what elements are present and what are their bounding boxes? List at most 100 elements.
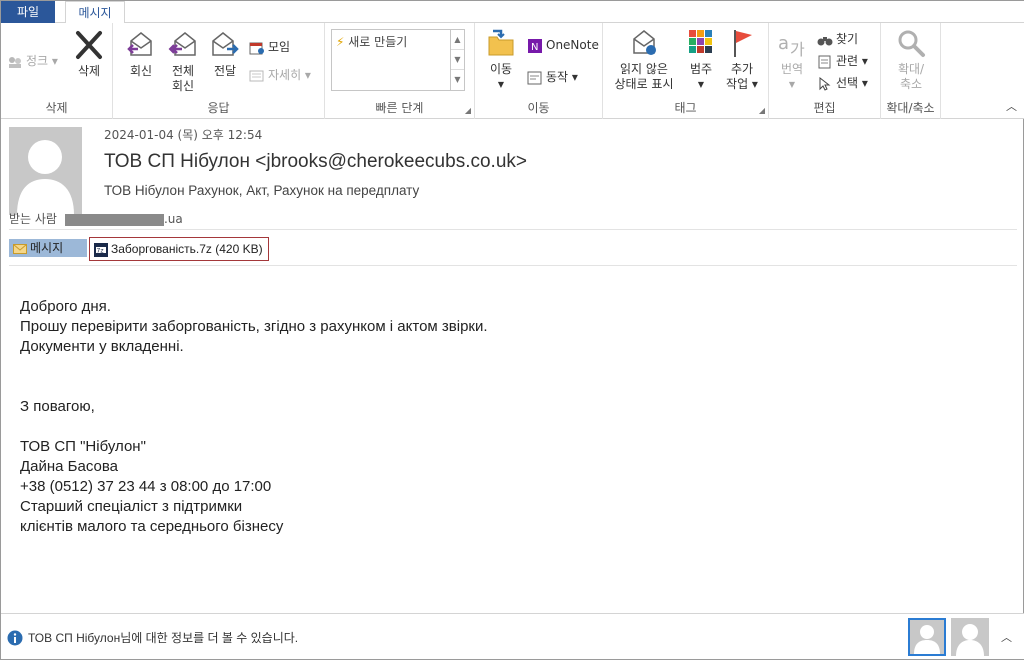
onenote-button[interactable]: N OneNote	[527, 35, 599, 55]
people-pane-toggle-icon[interactable]: ︿	[1001, 629, 1012, 645]
actions-button[interactable]: 동작 ▾	[527, 67, 578, 87]
group-label-zoom: 확대/축소	[886, 101, 935, 115]
body-line: +38 (0512) 37 23 44 з 08:00 до 17:00	[20, 478, 272, 495]
body-line: Старший спеціаліст з підтримки	[20, 498, 243, 515]
move-folder-icon	[488, 29, 514, 56]
ribbon-group-delete: 정크 ▾ 삭제 삭제	[1, 23, 113, 119]
person-silhouette-icon	[956, 624, 984, 656]
person-silhouette-icon	[914, 625, 940, 654]
recipient-row: 받는 사람 .ua	[9, 210, 183, 227]
redacted-recipient	[64, 213, 164, 226]
message-body: Доброго дня. Прошу перевірити заборгован…	[20, 297, 488, 537]
categorize-label: 범주	[689, 62, 713, 76]
tab-message[interactable]: 메시지	[65, 1, 125, 24]
body-line: Прошу перевірити заборгованість, згідно …	[20, 318, 488, 335]
find-button[interactable]: 찾기	[817, 29, 858, 49]
quick-step-new-label: 새로 만들기	[348, 35, 408, 49]
select-button[interactable]: 선택 ▾	[817, 73, 868, 93]
attachment-divider	[9, 265, 1017, 266]
info-icon	[7, 630, 23, 646]
body-line: З повагою,	[20, 398, 95, 415]
move-button[interactable]: 이동 ▼	[481, 27, 521, 92]
body-line: Дайна Басова	[20, 458, 119, 475]
actions-icon	[527, 71, 542, 84]
reply-button[interactable]: 회신	[121, 29, 161, 79]
delete-button[interactable]: 삭제	[71, 29, 107, 79]
people-pane-message[interactable]: ТОВ СП Нібулон님에 대한 정보를 더 볼 수 있습니다.	[28, 629, 298, 646]
ribbon: 정크 ▾ 삭제 삭제 회신 전체 회신 전달 모임 자세히 ▾ 응답 ⚡ 새로 …	[1, 23, 1024, 119]
related-label: 관련 ▾	[836, 54, 868, 68]
onenote-icon: N	[528, 38, 542, 53]
more-icon	[249, 70, 264, 81]
more-respond-button[interactable]: 자세히 ▾	[249, 65, 311, 85]
select-label: 선택 ▾	[836, 76, 868, 90]
group-label-editing: 편집	[813, 101, 836, 115]
group-label-quick-steps: 빠른 단계	[375, 101, 424, 115]
ribbon-group-move: 이동 ▼ N OneNote 동작 ▾ 이동	[475, 23, 603, 119]
ribbon-tab-bar: 파일 메시지	[1, 1, 1024, 24]
dialog-launcher-icon[interactable]: ◢	[465, 106, 471, 115]
categorize-icon	[689, 30, 712, 53]
to-label: 받는 사람	[9, 212, 57, 226]
categorize-button[interactable]: 범주 ▼	[681, 27, 721, 92]
magnifier-icon	[898, 30, 925, 57]
mark-unread-label-2: 상태로 표시	[614, 77, 674, 91]
translate-label: 번역	[780, 62, 804, 76]
body-line: ТОВ СП "Нібулон"	[20, 438, 146, 455]
onenote-label: OneNote	[546, 38, 599, 52]
scroll-down-icon[interactable]: ▼	[451, 50, 464, 70]
header-divider	[9, 229, 1017, 230]
body-line	[20, 377, 488, 397]
sender-avatar[interactable]	[9, 127, 82, 215]
collapse-ribbon-icon[interactable]: ︿	[1006, 98, 1017, 114]
translate-icon: a가	[778, 33, 805, 59]
reply-all-button[interactable]: 전체 회신	[163, 29, 203, 94]
reply-all-label-2: 회신	[171, 79, 195, 93]
flag-icon	[734, 30, 752, 57]
attachment-item[interactable]: 7z Заборгованість.7z (420 KB)	[89, 237, 269, 261]
message-body-tab-label: 메시지	[30, 241, 64, 255]
follow-up-button[interactable]: 추가 작업 ▾	[721, 27, 763, 92]
message-body-tab[interactable]: 메시지	[9, 239, 87, 257]
zoom-label-1: 확대/	[897, 62, 925, 76]
find-label: 찾기	[836, 32, 859, 46]
reply-icon	[127, 32, 152, 56]
translate-button[interactable]: a가 번역 ▼	[771, 27, 813, 92]
forward-button[interactable]: 전달	[205, 29, 245, 79]
group-label-delete: 삭제	[45, 101, 68, 115]
mark-unread-button[interactable]: 읽지 않은 상태로 표시	[607, 27, 681, 92]
people-pane: ТОВ СП Нібулон님에 대한 정보를 더 볼 수 있습니다. ︿	[1, 613, 1024, 659]
zoom-button[interactable]: 확대/ 축소	[887, 27, 935, 92]
sent-date: 2024-01-04 (목) 오후 12:54	[104, 128, 263, 142]
quick-steps-scrollbar[interactable]: ▲ ▼ ▼	[450, 30, 464, 90]
actions-label: 동작 ▾	[546, 70, 578, 84]
dialog-launcher-icon[interactable]: ◢	[759, 106, 765, 115]
subject: ТОВ Нібулон Рахунок, Акт, Рахунок на пер…	[104, 183, 420, 198]
reply-label: 회신	[129, 64, 153, 78]
ribbon-group-editing: a가 번역 ▼ 찾기 관련 ▾ 선택 ▾ 편집	[769, 23, 881, 119]
quick-step-new[interactable]: ⚡ 새로 만들기	[336, 33, 407, 50]
ribbon-group-tags: 읽지 않은 상태로 표시 범주 ▼ 추가 작업 ▾ 태그 ◢	[603, 23, 769, 119]
recipient-domain[interactable]: .ua	[164, 212, 183, 226]
reply-all-label-1: 전체	[171, 64, 195, 78]
lightning-icon: ⚡	[336, 35, 345, 49]
meeting-label: 모임	[268, 40, 291, 54]
people-avatar-selected[interactable]	[908, 618, 946, 656]
scroll-up-icon[interactable]: ▲	[451, 30, 464, 50]
body-line	[20, 417, 488, 437]
reply-all-icon	[168, 32, 196, 56]
junk-button[interactable]: 정크 ▾	[7, 51, 58, 71]
tab-file[interactable]: 파일	[1, 1, 55, 23]
attachment-name: Заборгованість.7z (420 KB)	[111, 242, 263, 256]
related-button[interactable]: 관련 ▾	[817, 51, 868, 71]
zoom-label-2: 축소	[899, 77, 923, 91]
categorize-dropdown-icon: ▼	[697, 80, 705, 89]
people-avatar[interactable]	[951, 618, 989, 656]
body-line	[20, 357, 488, 377]
person-silhouette-icon	[17, 140, 74, 215]
mark-unread-icon	[633, 30, 656, 55]
forward-label: 전달	[213, 64, 237, 78]
meeting-button[interactable]: 모임	[249, 37, 290, 57]
sender-name[interactable]: ТОВ СП Нібулон <jbrooks@cherokeecubs.co.…	[104, 151, 527, 173]
expand-gallery-icon[interactable]: ▼	[451, 70, 464, 90]
